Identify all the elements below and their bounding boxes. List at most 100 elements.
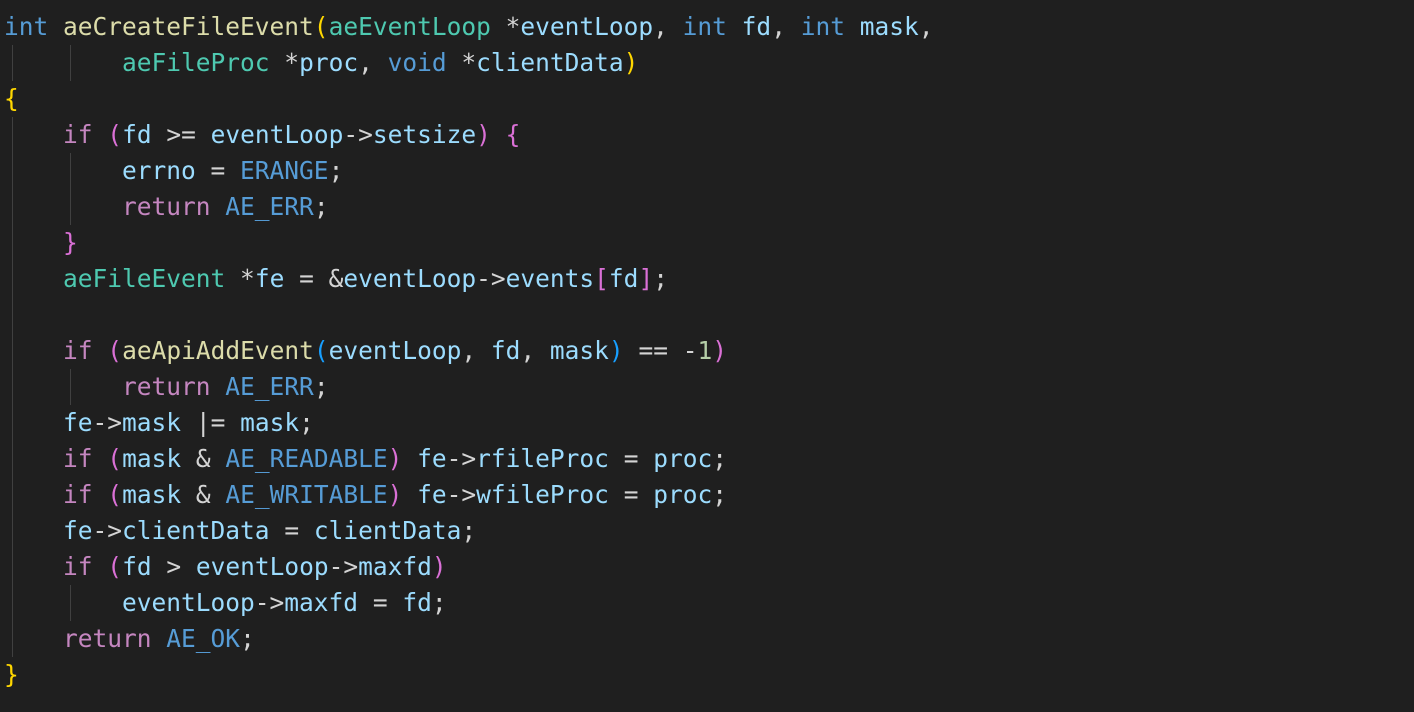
code-token: fd: [741, 12, 772, 41]
code-token: return: [122, 372, 211, 401]
code-token: aeEventLoop: [328, 12, 491, 41]
code-line[interactable]: if (fd >= eventLoop->setsize) {: [4, 117, 520, 153]
code-token: ==: [623, 336, 683, 365]
code-token: *: [505, 12, 521, 41]
code-token: setsize: [372, 120, 477, 149]
code-line[interactable]: if (mask & AE_READABLE) fe->rfileProc = …: [4, 441, 727, 477]
code-token: &: [328, 264, 344, 293]
code-token: ->: [343, 120, 373, 149]
code-line[interactable]: int aeCreateFileEvent(aeEventLoop *event…: [4, 9, 934, 45]
code-token: ->: [446, 480, 477, 509]
code-token: ): [387, 480, 403, 509]
code-token: void: [387, 48, 447, 77]
code-line[interactable]: if (mask & AE_WRITABLE) fe->wfileProc = …: [4, 477, 727, 513]
code-token: ->: [254, 588, 285, 617]
code-line[interactable]: aeFileProc *proc, void *clientData): [4, 45, 638, 81]
code-token: if: [63, 120, 93, 149]
code-token: (: [107, 120, 123, 149]
code-line[interactable]: return AE_ERR;: [4, 189, 329, 225]
code-token: aeFileEvent: [63, 264, 226, 293]
code-token: fe: [63, 408, 93, 437]
code-token: mask: [122, 408, 182, 437]
code-token: ,: [918, 12, 934, 41]
code-line[interactable]: return AE_OK;: [4, 621, 255, 657]
code-token: fe: [63, 516, 93, 545]
code-token: ;: [712, 444, 727, 473]
code-token: |=: [181, 408, 241, 437]
code-token: ,: [358, 48, 388, 77]
code-token: =: [608, 480, 654, 509]
code-line[interactable]: errno = ERANGE;: [4, 153, 343, 189]
code-token: events: [505, 264, 595, 293]
code-token: ;: [313, 372, 329, 401]
code-token: rfileProc: [476, 444, 609, 473]
code-token: ]: [638, 264, 654, 293]
code-token: *: [240, 264, 255, 293]
code-token: *: [284, 48, 300, 77]
code-token: maxfd: [358, 552, 432, 581]
code-token: maxfd: [284, 588, 359, 617]
code-line[interactable]: if (aeApiAddEvent(eventLoop, fd, mask) =…: [4, 333, 727, 369]
code-token: (: [107, 444, 123, 473]
code-token: AE_OK: [166, 624, 241, 653]
code-token: {: [4, 84, 19, 113]
code-line[interactable]: fe->clientData = clientData;: [4, 513, 476, 549]
code-token: fd: [122, 552, 152, 581]
code-line[interactable]: return AE_ERR;: [4, 369, 329, 405]
code-token: ): [623, 48, 639, 77]
code-token: fe: [417, 444, 447, 473]
code-token: >: [151, 552, 196, 581]
code-token: aeFileProc: [122, 48, 270, 77]
code-token: eventLoop: [122, 588, 255, 617]
code-token: clientData: [476, 48, 624, 77]
code-token: eventLoop: [328, 336, 462, 365]
code-line[interactable]: }: [4, 657, 19, 693]
code-line[interactable]: eventLoop->maxfd = fd;: [4, 585, 447, 621]
code-token: ;: [653, 264, 668, 293]
code-token: proc: [653, 480, 713, 509]
code-token: ;: [240, 624, 255, 653]
code-token: >=: [151, 120, 211, 149]
code-token: AE_READABLE: [225, 444, 388, 473]
code-token: }: [4, 660, 19, 689]
code-line[interactable]: fe->mask |= mask;: [4, 405, 314, 441]
code-line[interactable]: if (fd > eventLoop->maxfd): [4, 549, 447, 585]
code-token: eventLoop: [210, 120, 344, 149]
code-token: [: [594, 264, 609, 293]
code-line[interactable]: }: [4, 225, 78, 261]
code-token: }: [63, 228, 78, 257]
code-token: ,: [520, 336, 550, 365]
code-line[interactable]: {: [4, 81, 19, 117]
code-line[interactable]: aeFileEvent *fe = &eventLoop->events[fd]…: [4, 261, 668, 297]
code-token: eventLoop: [520, 12, 654, 41]
code-editor[interactable]: int aeCreateFileEvent(aeEventLoop *event…: [0, 0, 1414, 712]
code-token: =: [608, 444, 654, 473]
code-token: fd: [402, 588, 432, 617]
code-token: fd: [122, 120, 152, 149]
code-token: ;: [712, 480, 727, 509]
code-token: ->: [92, 516, 123, 545]
code-token: eventLoop: [343, 264, 477, 293]
code-token: =: [195, 156, 241, 185]
